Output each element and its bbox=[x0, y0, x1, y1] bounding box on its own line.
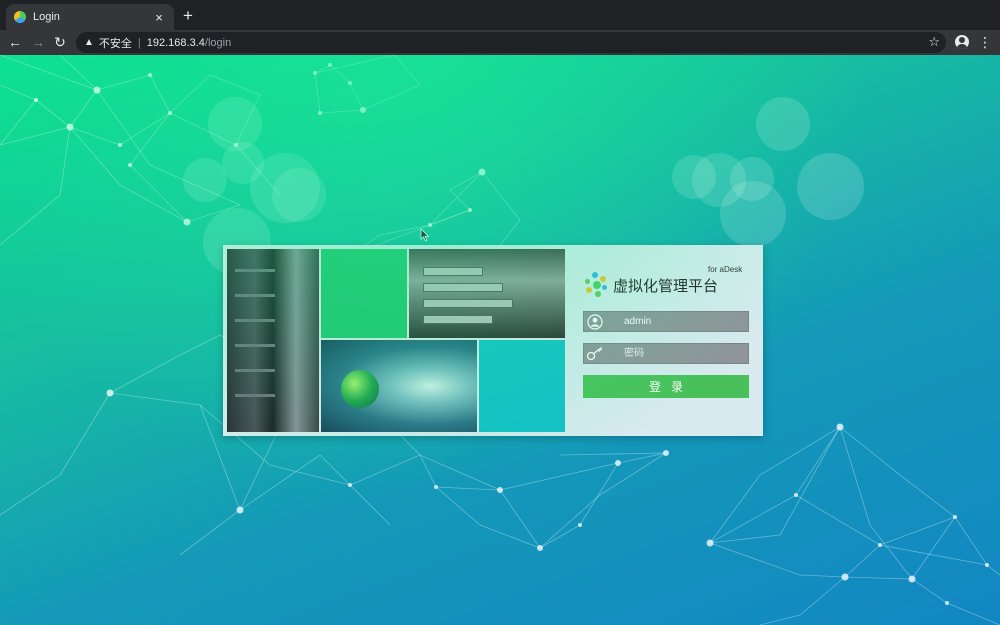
server-rack-image bbox=[227, 249, 319, 432]
image-mosaic bbox=[227, 249, 565, 432]
username-field[interactable] bbox=[583, 311, 749, 332]
kebab-menu-icon[interactable]: ⋮ bbox=[978, 33, 992, 51]
browser-toolbar: ← → ↻ ▲ 不安全 | 192.168.3.4/login ☆ ⋮ bbox=[0, 30, 1000, 55]
bokeh-circle bbox=[208, 97, 262, 151]
username-input[interactable] bbox=[624, 314, 744, 329]
login-button[interactable]: 登录 bbox=[583, 375, 749, 398]
server-closeup-image bbox=[409, 249, 565, 338]
brand: 虚拟化管理平台 for aDesk bbox=[583, 265, 742, 298]
password-field[interactable] bbox=[583, 343, 749, 364]
url-host: 192.168.3.4 bbox=[146, 36, 205, 49]
url-path: /login bbox=[204, 36, 232, 49]
forward-arrow-icon[interactable]: → bbox=[28, 32, 48, 52]
tab-login[interactable]: Login × bbox=[6, 4, 174, 30]
user-icon bbox=[585, 313, 604, 330]
login-page: 虚拟化管理平台 for aDesk 登录 bbox=[0, 55, 1000, 625]
mouse-cursor-icon bbox=[420, 228, 430, 247]
bokeh-circle bbox=[672, 155, 716, 199]
bokeh-circle bbox=[756, 97, 810, 151]
security-label[interactable]: 不安全 bbox=[99, 35, 132, 51]
bokeh-circle bbox=[222, 142, 264, 184]
bokeh-circle bbox=[250, 153, 320, 223]
password-input[interactable] bbox=[624, 346, 744, 361]
globe-network-image bbox=[321, 340, 477, 432]
star-icon[interactable]: ☆ bbox=[928, 34, 940, 50]
tab-strip: Login × + bbox=[0, 0, 1000, 30]
logo-icon bbox=[583, 272, 609, 298]
bokeh-circle bbox=[720, 181, 786, 247]
brand-subtitle: for aDesk bbox=[708, 265, 743, 274]
brand-name: 虚拟化管理平台 bbox=[613, 276, 719, 295]
tab-title: Login bbox=[33, 11, 60, 23]
bokeh-circle bbox=[730, 157, 774, 201]
bokeh-circle bbox=[183, 158, 227, 202]
bokeh-circle bbox=[797, 153, 864, 220]
reload-icon[interactable]: ↻ bbox=[50, 32, 70, 52]
favicon-icon bbox=[14, 11, 26, 23]
key-icon bbox=[585, 345, 604, 362]
address-separator: | bbox=[137, 36, 141, 49]
close-icon[interactable]: × bbox=[152, 10, 166, 25]
network-background bbox=[0, 55, 1000, 625]
new-tab-button[interactable]: + bbox=[180, 6, 196, 26]
login-card: 虚拟化管理平台 for aDesk 登录 bbox=[223, 245, 763, 436]
warning-icon[interactable]: ▲ bbox=[84, 37, 94, 48]
bokeh-circle bbox=[203, 208, 271, 276]
back-arrow-icon[interactable]: ← bbox=[5, 32, 25, 52]
bokeh-circle bbox=[272, 168, 326, 222]
address-bar[interactable]: ▲ 不安全 | 192.168.3.4/login ☆ bbox=[76, 32, 946, 53]
bokeh-circle bbox=[692, 153, 746, 207]
green-tile bbox=[321, 249, 407, 338]
teal-tile bbox=[479, 340, 565, 432]
profile-icon[interactable] bbox=[955, 35, 969, 49]
